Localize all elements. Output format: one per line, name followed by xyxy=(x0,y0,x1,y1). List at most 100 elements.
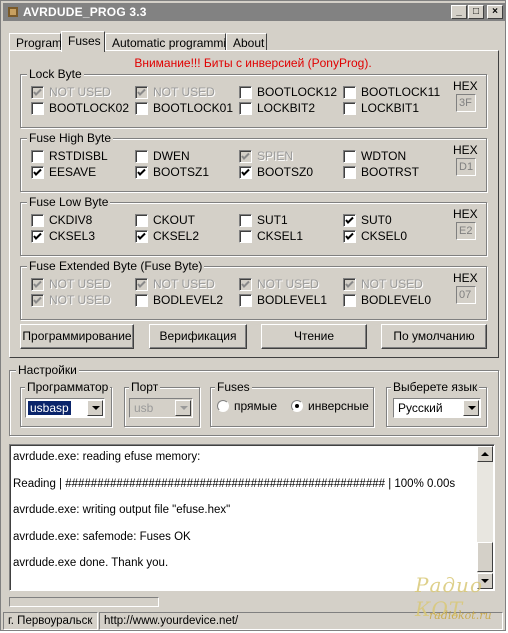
low-bit-label: SUT1 xyxy=(257,213,288,227)
close-button[interactable]: × xyxy=(487,5,503,19)
scroll-thumb[interactable] xyxy=(477,542,493,572)
checkmark-icon xyxy=(343,214,356,227)
programmer-value: usbasp xyxy=(28,401,71,415)
log-line: avrdude.exe: writing output file "efuse.… xyxy=(13,504,231,517)
checkmark-icon xyxy=(135,166,148,179)
checkmark-icon xyxy=(239,166,252,179)
log-scrollbar[interactable] xyxy=(477,446,493,589)
checkbox-box xyxy=(343,150,356,163)
low-bit-label: CKDIV8 xyxy=(49,213,93,227)
settings-legend: Настройки xyxy=(16,363,79,377)
high-hex-label: HEX xyxy=(453,143,478,157)
programmer-select[interactable]: usbasp xyxy=(25,398,105,418)
checkmark-icon xyxy=(343,230,356,243)
chevron-down-icon[interactable] xyxy=(463,400,479,416)
high-bit-label: WDTON xyxy=(361,149,407,163)
low-bit-label: CKSEL1 xyxy=(257,229,304,243)
chevron-down-icon xyxy=(175,400,191,416)
tab-about[interactable]: About xyxy=(226,33,267,51)
ext-bit-label: NOT USED xyxy=(49,277,111,291)
lock-group-title: Lock Byte xyxy=(27,67,84,81)
maximize-button[interactable]: □ xyxy=(468,5,484,19)
high-hex-value: D1 xyxy=(456,158,476,176)
scroll-up-icon[interactable] xyxy=(477,446,493,462)
lock-bit-label: BOOTLOCK01 xyxy=(153,101,234,115)
log-line: avrdude.exe done. Thank you. xyxy=(13,557,169,570)
checkbox-box xyxy=(239,294,252,307)
checkbox-box xyxy=(31,214,44,227)
checkmark-icon xyxy=(239,150,252,163)
language-select[interactable]: Русский xyxy=(393,398,481,418)
lock-hex-value: 3F xyxy=(456,94,476,112)
minimize-button[interactable]: _ xyxy=(451,5,467,19)
tab-program[interactable]: Program xyxy=(9,33,62,51)
default-button[interactable]: По умолчанию xyxy=(381,324,487,349)
ext-hex-value: 07 xyxy=(456,286,476,304)
checkmark-icon xyxy=(239,278,252,291)
checkbox-box xyxy=(343,102,356,115)
window-title: AVRDUDE_PROG 3.3 xyxy=(23,5,147,19)
lock-bit-label: NOT USED xyxy=(49,85,111,99)
lock-bit-label: LOCKBIT2 xyxy=(257,101,316,115)
ext-bit-label: BODLEVEL0 xyxy=(361,293,432,307)
tab-automatic-programming[interactable]: Automatic programming xyxy=(105,33,239,51)
checkmark-icon xyxy=(31,294,44,307)
checkmark-icon xyxy=(31,166,44,179)
fuses-inverse-label: инверсные xyxy=(308,399,369,413)
high-bit-label: DWEN xyxy=(153,149,190,163)
programmer-label: Программатор xyxy=(25,380,111,394)
ext-hex-label: HEX xyxy=(453,271,478,285)
ext-group-title: Fuse Extended Byte (Fuse Byte) xyxy=(27,259,205,273)
high-bit-label: BOOTSZ1 xyxy=(153,165,210,179)
ext-bit-label: BODLEVEL2 xyxy=(153,293,224,307)
port-value: usb xyxy=(134,401,154,415)
low-group-title: Fuse Low Byte xyxy=(27,195,111,209)
ext-bit-label: NOT USED xyxy=(49,293,111,307)
checkbox-box xyxy=(135,294,148,307)
low-hex-label: HEX xyxy=(453,207,478,221)
checkbox-box xyxy=(343,166,356,179)
radio-dot xyxy=(291,400,303,412)
checkbox-box xyxy=(343,294,356,307)
read-button[interactable]: Чтение xyxy=(261,324,367,349)
low-bit-label: CKSEL3 xyxy=(49,229,96,243)
radiokot-watermark: Радио КОТ radiokot.ru xyxy=(411,573,507,631)
checkbox-box xyxy=(239,214,252,227)
checkbox-box xyxy=(31,102,44,115)
checkbox-box xyxy=(239,230,252,243)
verify-button[interactable]: Верификация xyxy=(149,324,247,349)
port-select: usb xyxy=(129,398,193,418)
app-icon xyxy=(8,7,18,17)
checkmark-icon xyxy=(343,278,356,291)
checkmark-icon xyxy=(31,230,44,243)
progress-bar xyxy=(9,597,159,607)
ext-bit-label: NOT USED xyxy=(153,277,215,291)
high-bit-label: BOOTSZ0 xyxy=(257,165,314,179)
tab-fuses[interactable]: Fuses xyxy=(61,31,105,52)
lock-bit-label: NOT USED xyxy=(153,85,215,99)
fuses-direct-label: прямые xyxy=(234,399,278,413)
checkbox-box xyxy=(31,150,44,163)
lock-bit-label: BOOTLOCK11 xyxy=(361,85,441,99)
checkmark-icon xyxy=(31,278,44,291)
checkbox-box xyxy=(239,86,252,99)
log-line: avrdude.exe: safemode: Fuses OK xyxy=(13,530,191,543)
ext-bit-label: BODLEVEL1 xyxy=(257,293,328,307)
program-button[interactable]: Программирование xyxy=(20,324,134,349)
checkbox-box xyxy=(135,214,148,227)
lock-bit-label: BOOTLOCK12 xyxy=(257,85,338,99)
ext-bit-label: NOT USED xyxy=(257,277,319,291)
chevron-down-icon[interactable] xyxy=(87,400,103,416)
checkbox-box xyxy=(239,102,252,115)
watermark-site: radiokot.ru xyxy=(429,609,492,622)
lock-bit-label: LOCKBIT1 xyxy=(361,101,420,115)
log-line: avrdude.exe: reading efuse memory: xyxy=(13,451,201,463)
lock-bit-label: BOOTLOCK02 xyxy=(49,101,130,115)
title-bar[interactable]: AVRDUDE_PROG 3.3 _ □ × xyxy=(3,3,505,21)
log-output[interactable]: avrdude.exe: reading efuse memory: Readin… xyxy=(9,444,495,591)
low-bit-label: CKSEL2 xyxy=(153,229,200,243)
radio-dot xyxy=(217,400,229,412)
checkmark-icon xyxy=(135,86,148,99)
high-group-title: Fuse High Byte xyxy=(27,131,114,145)
language-value: Русский xyxy=(398,401,443,415)
